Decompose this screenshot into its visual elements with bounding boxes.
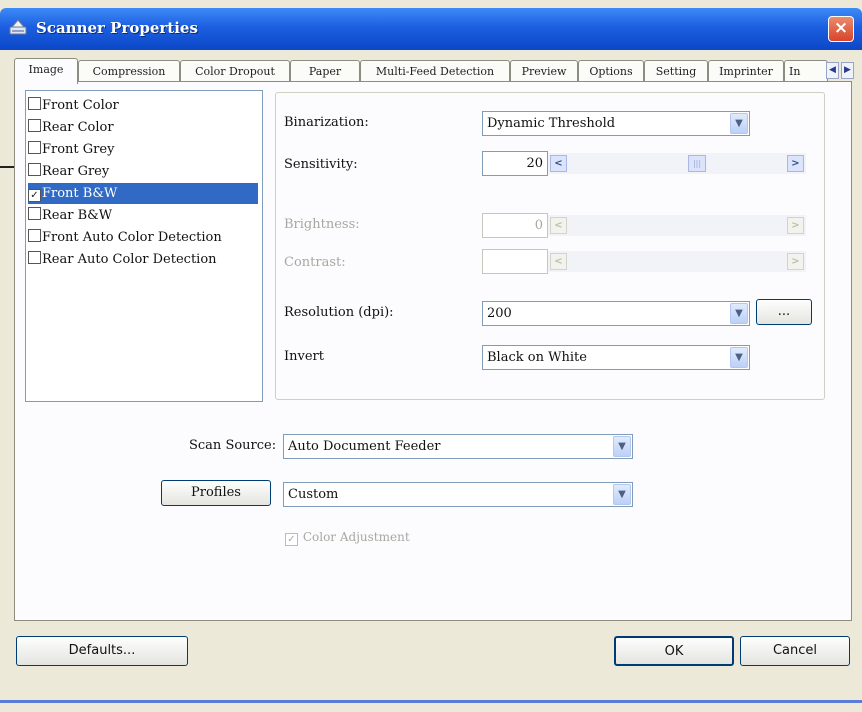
checkbox-checked-icon: ✓	[285, 533, 298, 546]
title-bar: Scanner Properties ×	[0, 8, 862, 50]
tab-scroll-right-icon[interactable]: ▶	[841, 62, 854, 79]
tab-strip: Image Compression Color Dropout Paper Mu…	[14, 58, 854, 84]
list-item-rear-bw[interactable]: Rear B&W	[28, 205, 258, 226]
brightness-slider: < >	[548, 215, 806, 236]
chevron-down-icon[interactable]: ▼	[613, 436, 631, 457]
scan-source-label: Scan Source:	[189, 438, 277, 453]
checkbox[interactable]	[28, 119, 41, 132]
tab-compression[interactable]: Compression	[78, 60, 180, 82]
list-item-rear-auto-color-detection[interactable]: Rear Auto Color Detection	[28, 249, 258, 270]
tab-image[interactable]: Image	[14, 58, 78, 84]
tab-color-dropout[interactable]: Color Dropout	[180, 60, 290, 82]
resolution-label: Resolution (dpi):	[284, 305, 394, 320]
image-tab-panel: Front Color Rear Color Front Grey Rear G…	[14, 81, 852, 621]
tab-preview[interactable]: Preview	[510, 60, 578, 82]
slider-right-arrow-icon: >	[787, 253, 804, 270]
checkbox[interactable]	[28, 251, 41, 264]
chevron-down-icon[interactable]: ▼	[730, 347, 748, 368]
scanner-properties-window: Scanner Properties × Image Compression C…	[0, 0, 862, 712]
defaults-button[interactable]: Defaults...	[16, 636, 188, 666]
resolution-more-button[interactable]: ...	[756, 299, 812, 325]
list-item-front-grey[interactable]: Front Grey	[28, 139, 258, 160]
sensitivity-label: Sensitivity:	[284, 157, 358, 172]
chevron-down-icon[interactable]: ▼	[613, 484, 631, 505]
slider-thumb[interactable]: |||	[688, 155, 706, 172]
color-adjustment-checkbox: ✓ Color Adjustment	[285, 530, 410, 546]
slider-left-arrow-icon[interactable]: <	[550, 155, 567, 172]
slider-right-arrow-icon: >	[787, 217, 804, 234]
profiles-dropdown[interactable]: Custom ▼	[283, 482, 633, 507]
tab-scroll-left-icon[interactable]: ◀	[826, 62, 839, 79]
window-title: Scanner Properties	[36, 19, 198, 37]
checkbox[interactable]	[28, 163, 41, 176]
tab-options[interactable]: Options	[578, 60, 644, 82]
list-item-rear-grey[interactable]: Rear Grey	[28, 161, 258, 182]
tab-setting[interactable]: Setting	[644, 60, 708, 82]
contrast-slider: < >	[548, 251, 806, 272]
checkbox[interactable]	[28, 229, 41, 242]
cancel-button[interactable]: Cancel	[740, 636, 850, 666]
close-icon: ×	[833, 18, 849, 38]
tab-paper[interactable]: Paper	[290, 60, 360, 82]
profiles-button[interactable]: Profiles	[161, 480, 271, 506]
checkbox[interactable]	[28, 97, 41, 110]
list-item-front-bw[interactable]: ✓ Front B&W	[28, 183, 258, 204]
scan-source-dropdown[interactable]: Auto Document Feeder ▼	[283, 434, 633, 459]
chevron-down-icon[interactable]: ▼	[730, 113, 748, 134]
contrast-label: Contrast:	[284, 255, 346, 270]
brightness-value-field: 0	[482, 213, 548, 238]
slider-left-arrow-icon: <	[550, 253, 567, 270]
scanner-app-icon	[9, 19, 27, 35]
slider-right-arrow-icon[interactable]: >	[787, 155, 804, 172]
tab-imprinter[interactable]: Imprinter	[708, 60, 784, 82]
list-item-front-auto-color-detection[interactable]: Front Auto Color Detection	[28, 227, 258, 248]
list-item-front-color[interactable]: Front Color	[28, 95, 258, 116]
chevron-down-icon[interactable]: ▼	[730, 303, 748, 324]
binarization-dropdown[interactable]: Dynamic Threshold ▼	[482, 111, 750, 136]
resolution-dropdown[interactable]: 200 ▼	[482, 301, 750, 326]
invert-dropdown[interactable]: Black on White ▼	[482, 345, 750, 370]
window-bottom-border	[0, 700, 862, 703]
close-button[interactable]: ×	[828, 16, 854, 42]
image-settings-group: Binarization: Dynamic Threshold ▼ Sensit…	[275, 92, 825, 400]
sensitivity-value-field[interactable]: 20	[482, 151, 548, 176]
checkbox[interactable]	[28, 141, 41, 154]
ok-button[interactable]: OK	[614, 636, 734, 666]
list-item-rear-color[interactable]: Rear Color	[28, 117, 258, 138]
contrast-value-field	[482, 249, 548, 274]
brightness-label: Brightness:	[284, 217, 360, 232]
color-adjustment-label: Color Adjustment	[302, 530, 410, 544]
checkbox[interactable]	[28, 207, 41, 220]
checkbox-checked-icon[interactable]: ✓	[28, 189, 41, 202]
invert-label: Invert	[284, 349, 324, 364]
image-type-list: Front Color Rear Color Front Grey Rear G…	[25, 90, 263, 402]
sensitivity-slider[interactable]: < ||| >	[548, 153, 806, 174]
tab-scroll-buttons: ◀ ▶	[826, 62, 854, 79]
tab-multi-feed-detection[interactable]: Multi-Feed Detection	[360, 60, 510, 82]
slider-left-arrow-icon: <	[550, 217, 567, 234]
binarization-label: Binarization:	[284, 115, 369, 130]
tab-in-truncated[interactable]: In	[784, 60, 828, 82]
